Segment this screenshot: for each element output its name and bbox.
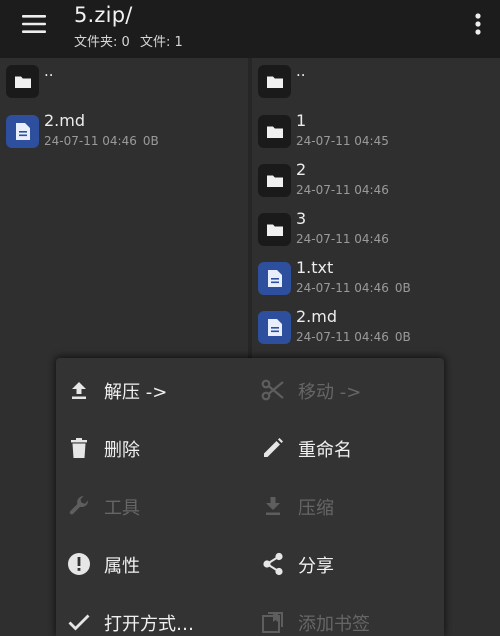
delete-button[interactable]: 删除 <box>56 418 250 476</box>
extract-button[interactable]: 解压 -> <box>56 360 250 418</box>
check-icon <box>66 609 92 635</box>
bookmark-icon <box>260 609 286 635</box>
item-name: 2.md <box>44 111 86 130</box>
info-icon <box>66 551 92 577</box>
folder-file-count: 文件夹: 0 文件: 1 <box>74 31 183 50</box>
folder-icon <box>258 115 291 148</box>
item-date: 24-07-11 04:46 <box>44 134 137 148</box>
item-meta: 24-07-11 04:46 0B <box>296 281 411 295</box>
item-meta: 24-07-11 04:46 <box>296 232 389 246</box>
upload-arrow-icon <box>66 377 92 403</box>
move-button[interactable]: 移动 -> <box>250 360 444 418</box>
list-item[interactable]: 3 24-07-11 04:46 <box>252 206 500 254</box>
list-item[interactable]: 2.md 24-07-11 04:46 0B <box>252 304 500 352</box>
add-bookmark-button[interactable]: 添加书签 <box>250 592 444 636</box>
file-document-icon <box>258 311 291 344</box>
path-title: 5.zip/ <box>74 3 133 27</box>
rename-button[interactable]: 重命名 <box>250 418 444 476</box>
open-with-button[interactable]: 打开方式… <box>56 592 250 636</box>
item-meta: 24-07-11 04:46 0B <box>296 330 411 344</box>
list-item[interactable]: 2.md 24-07-11 04:46 0B <box>0 108 248 156</box>
list-item-parent[interactable]: .. <box>252 58 500 106</box>
item-meta: 24-07-11 04:46 0B <box>44 134 159 148</box>
extract-label: 解压 -> <box>104 382 168 403</box>
item-name: 1.txt <box>296 258 334 277</box>
properties-button[interactable]: 属性 <box>56 534 250 592</box>
properties-label: 属性 <box>104 556 140 577</box>
rename-label: 重命名 <box>298 440 352 461</box>
item-name: 2.md <box>296 307 338 326</box>
item-name: 2 <box>296 160 307 179</box>
list-item[interactable]: 1.txt 24-07-11 04:46 0B <box>252 255 500 303</box>
item-name: .. <box>296 62 306 80</box>
tools-button[interactable]: 工具 <box>56 476 250 534</box>
add-bookmark-label: 添加书签 <box>298 614 370 635</box>
trash-icon <box>66 435 92 461</box>
item-name: 1 <box>296 111 307 130</box>
file-document-icon <box>6 115 39 148</box>
item-name: 3 <box>296 209 307 228</box>
item-date: 24-07-11 04:46 <box>296 330 389 344</box>
list-item[interactable]: 1 24-07-11 04:45 <box>252 108 500 156</box>
item-date: 24-07-11 04:45 <box>296 134 389 148</box>
folder-icon <box>258 213 291 246</box>
folder-icon <box>258 164 291 197</box>
more-vertical-icon <box>475 13 481 35</box>
scissors-icon <box>260 377 286 403</box>
item-meta: 24-07-11 04:45 <box>296 134 389 148</box>
folder-icon <box>6 65 39 98</box>
item-meta: 24-07-11 04:46 <box>296 183 389 197</box>
menu-button[interactable] <box>12 9 56 39</box>
share-button[interactable]: 分享 <box>250 534 444 592</box>
compress-button[interactable]: 压缩 <box>250 476 444 534</box>
folder-count: 文件夹: 0 <box>74 35 130 50</box>
app-bar: 5.zip/ 文件夹: 0 文件: 1 <box>0 0 500 58</box>
item-size: 0B <box>142 134 159 148</box>
pencil-icon <box>260 435 286 461</box>
delete-label: 删除 <box>104 440 140 461</box>
item-size: 0B <box>394 281 411 295</box>
folder-icon <box>258 65 291 98</box>
tools-label: 工具 <box>104 498 140 519</box>
move-label: 移动 -> <box>298 382 362 403</box>
item-date: 24-07-11 04:46 <box>296 183 389 197</box>
compress-label: 压缩 <box>298 498 334 519</box>
open-with-label: 打开方式… <box>104 614 194 635</box>
share-icon <box>260 551 286 577</box>
more-options-button[interactable] <box>470 10 486 38</box>
download-arrow-icon <box>260 493 286 519</box>
wrench-icon <box>66 493 92 519</box>
list-item-parent[interactable]: .. <box>0 58 248 106</box>
item-size: 0B <box>394 330 411 344</box>
file-document-icon <box>258 262 291 295</box>
file-action-sheet: 解压 -> 移动 -> 删除 重命名 工具 压缩 属性 分享 打开方式… 添加书… <box>56 358 444 636</box>
share-label: 分享 <box>298 556 334 577</box>
item-name: .. <box>44 62 54 80</box>
item-date: 24-07-11 04:46 <box>296 232 389 246</box>
item-date: 24-07-11 04:46 <box>296 281 389 295</box>
hamburger-menu-icon <box>22 15 46 33</box>
list-item[interactable]: 2 24-07-11 04:46 <box>252 157 500 205</box>
file-count: 文件: 1 <box>139 35 183 50</box>
